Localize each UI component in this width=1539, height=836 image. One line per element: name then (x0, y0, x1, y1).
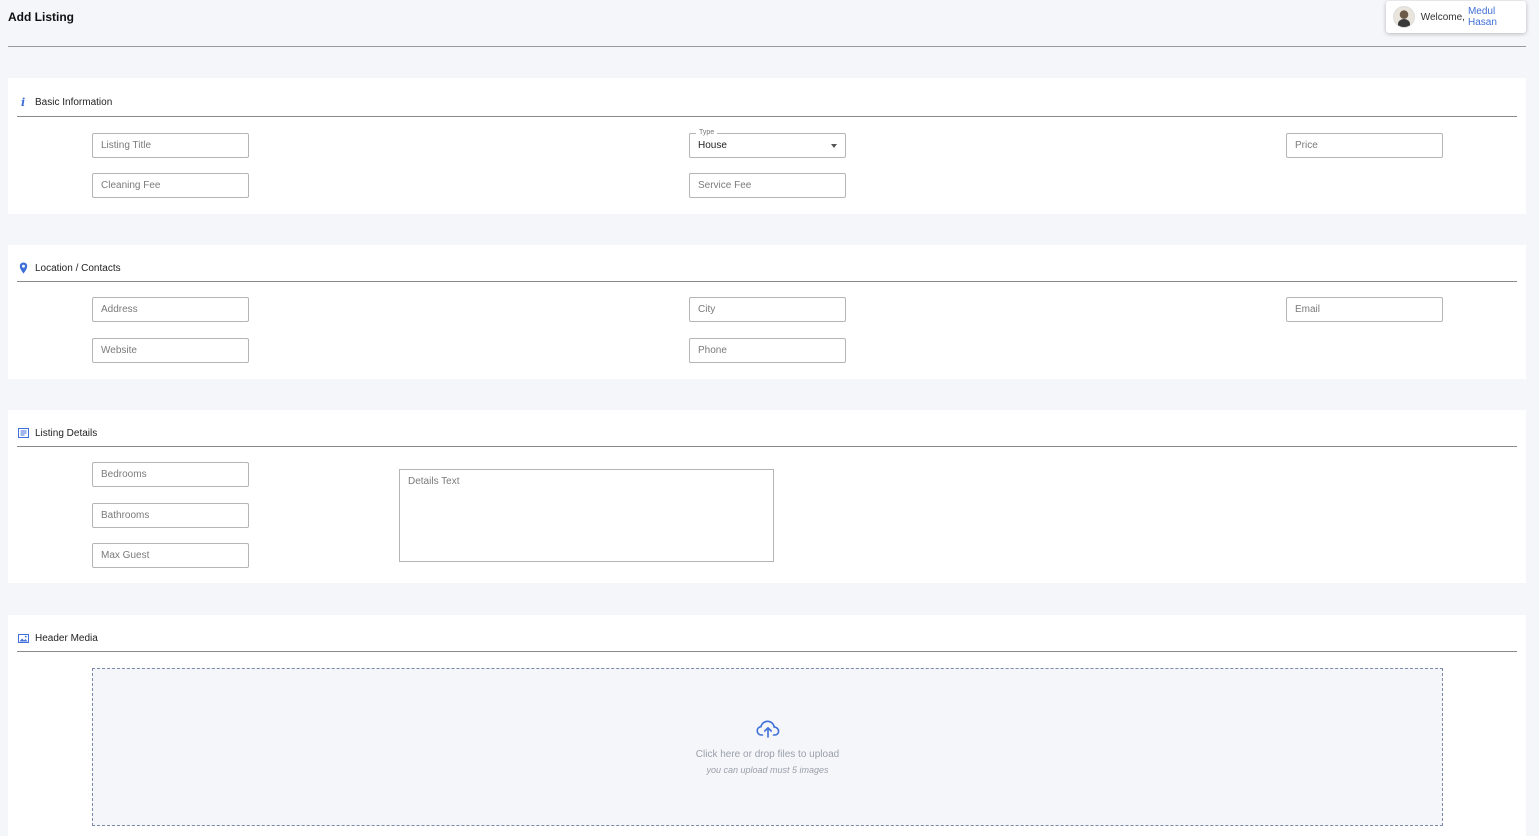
section-title: Listing Details (35, 427, 98, 439)
basic-information-card: i Basic Information Type House (8, 78, 1526, 214)
max-guest-field[interactable] (92, 543, 249, 568)
phone-input[interactable] (698, 339, 845, 362)
section-title: Header Media (35, 632, 98, 644)
user-welcome[interactable]: Welcome, Medul Hasan (1386, 1, 1526, 33)
service-fee-field[interactable] (689, 173, 846, 198)
bedrooms-field[interactable] (92, 462, 249, 487)
bathrooms-field[interactable] (92, 503, 249, 528)
cleaning-fee-input[interactable] (101, 174, 248, 197)
section-header: Location / Contacts (17, 262, 121, 274)
section-header: Listing Details (17, 427, 97, 439)
info-icon: i (17, 96, 29, 108)
website-field[interactable] (92, 338, 249, 363)
price-input[interactable] (1295, 134, 1442, 157)
upload-text: Click here or drop files to upload (695, 748, 840, 760)
type-label: Type (696, 128, 718, 138)
phone-field[interactable] (689, 338, 846, 363)
listing-title-field[interactable] (92, 133, 249, 158)
section-divider (17, 281, 1517, 282)
file-dropzone[interactable]: Click here or drop files to upload you c… (92, 668, 1443, 826)
max-guest-input[interactable] (101, 544, 248, 567)
type-select[interactable]: Type House (689, 128, 846, 158)
service-fee-input[interactable] (698, 174, 845, 197)
upload-hint: you can upload must 5 images (706, 764, 829, 775)
website-input[interactable] (101, 339, 248, 362)
address-input[interactable] (101, 298, 248, 321)
map-pin-icon (17, 262, 29, 274)
title-divider (8, 46, 1526, 47)
image-icon (17, 632, 29, 644)
list-icon (17, 427, 29, 439)
details-text-field[interactable] (399, 469, 774, 562)
welcome-text: Welcome, (1420, 11, 1465, 23)
price-field[interactable] (1286, 133, 1443, 158)
section-title: Location / Contacts (35, 262, 121, 274)
avatar[interactable] (1393, 6, 1415, 28)
page-title: Add Listing (8, 10, 74, 24)
type-value: House (698, 140, 727, 151)
section-divider (17, 446, 1517, 447)
email-input[interactable] (1295, 298, 1442, 321)
email-field[interactable] (1286, 297, 1443, 322)
section-divider (17, 116, 1517, 117)
bedrooms-input[interactable] (101, 463, 248, 486)
bathrooms-input[interactable] (101, 504, 248, 527)
section-header: Header Media (17, 632, 98, 644)
address-field[interactable] (92, 297, 249, 322)
details-text-input[interactable] (400, 470, 773, 561)
section-divider (17, 651, 1517, 652)
listing-details-card: Listing Details (8, 410, 1526, 583)
svg-text:i: i (21, 96, 25, 108)
cleaning-fee-field[interactable] (92, 173, 249, 198)
location-contacts-card: Location / Contacts (8, 245, 1526, 379)
listing-title-input[interactable] (101, 134, 248, 157)
city-input[interactable] (698, 298, 845, 321)
chevron-down-icon (831, 144, 837, 148)
cloud-upload-icon (755, 719, 780, 743)
section-header: i Basic Information (17, 96, 112, 108)
user-name-link[interactable]: Medul Hasan (1468, 6, 1526, 28)
city-field[interactable] (689, 297, 846, 322)
section-title: Basic Information (35, 96, 113, 108)
